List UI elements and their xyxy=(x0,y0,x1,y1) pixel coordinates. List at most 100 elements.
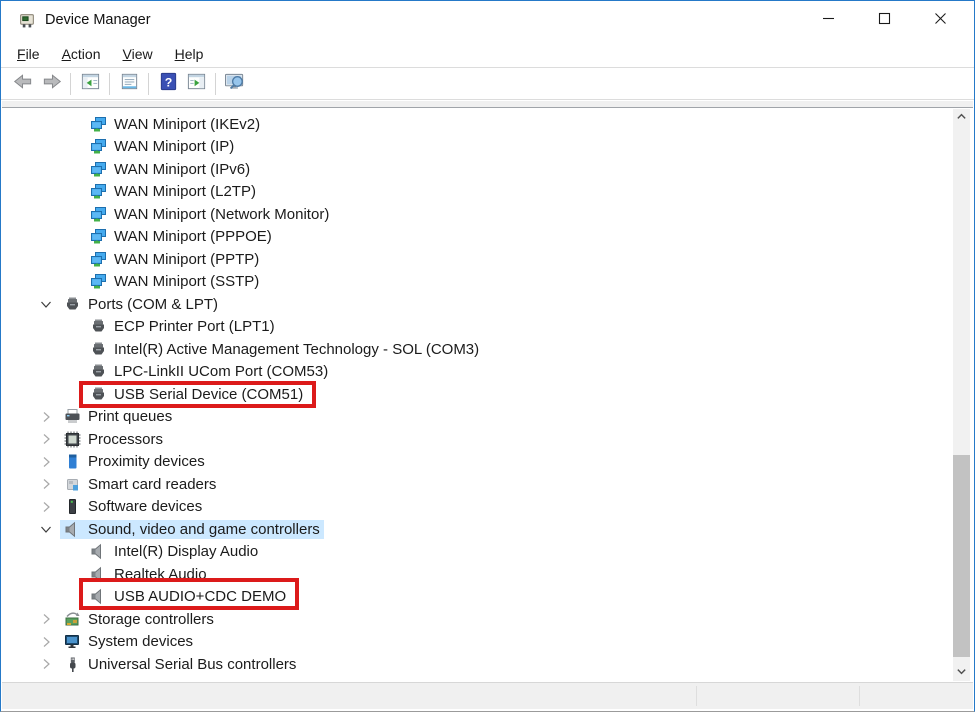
tree-item-content[interactable]: WAN Miniport (PPPOE) xyxy=(86,227,276,246)
chevron-right-icon[interactable] xyxy=(38,634,54,650)
tree-item-label: Sound, video and game controllers xyxy=(88,521,320,538)
network-adapter-icon xyxy=(90,161,107,178)
tree-item-print-queues: Print queues xyxy=(2,406,953,429)
show-console-tree-button[interactable] xyxy=(76,71,104,97)
tree-item-content[interactable]: Intel(R) Display Audio xyxy=(86,542,262,561)
chevron-right-icon[interactable] xyxy=(38,499,54,515)
chevron-right-icon[interactable] xyxy=(38,454,54,470)
network-adapter-icon xyxy=(90,183,107,200)
tree-item-label: System devices xyxy=(88,633,193,650)
status-separator xyxy=(696,686,697,706)
device-manager-icon xyxy=(18,11,36,29)
tree-item-label: WAN Miniport (SSTP) xyxy=(114,273,259,290)
show-action-pane-icon xyxy=(185,71,208,97)
tree-item-content[interactable]: ECP Printer Port (LPT1) xyxy=(86,317,279,336)
minimize-button[interactable] xyxy=(800,1,856,41)
menu-item-view[interactable]: View xyxy=(112,43,164,65)
tree-item-content[interactable]: Proximity devices xyxy=(60,452,209,471)
tree-item-processors: Processors xyxy=(2,428,953,451)
tree-item-proximity-devices: Proximity devices xyxy=(2,451,953,474)
tree-item-wan-miniport-pptp: WAN Miniport (PPTP) xyxy=(2,248,953,271)
workspace: WAN Miniport (IKEv2) WAN Miniport (IP) WAN… xyxy=(2,101,973,682)
tree-item-intel-r-active-management-technology-sol-com3: Intel(R) Active Management Technology - … xyxy=(2,338,953,361)
tree-item-content[interactable]: WAN Miniport (IKEv2) xyxy=(86,115,264,134)
tree-item-content[interactable]: WAN Miniport (IP) xyxy=(86,137,238,156)
chevron-right-icon[interactable] xyxy=(38,611,54,627)
help-icon: ? xyxy=(157,71,180,97)
smart-card-reader-icon xyxy=(64,476,81,493)
chevron-down-icon[interactable] xyxy=(38,296,54,312)
chevron-down-icon[interactable] xyxy=(38,521,54,537)
tree-item-content[interactable]: Sound, video and game controllers xyxy=(60,520,324,539)
tree-item-storage-controllers: Storage controllers xyxy=(2,608,953,631)
tree-item-content[interactable]: USB AUDIO+CDC DEMO xyxy=(86,587,290,606)
tree-item-label: Storage controllers xyxy=(88,611,214,628)
tree-item-content[interactable]: Print queues xyxy=(60,407,176,426)
properties-button[interactable] xyxy=(115,71,143,97)
tree-item-content[interactable]: Storage controllers xyxy=(60,610,218,629)
tree-item-content[interactable]: Realtek Audio xyxy=(86,565,211,584)
serial-port-icon xyxy=(90,386,107,403)
menu-item-file[interactable]: File xyxy=(6,43,51,65)
network-adapter-icon xyxy=(90,251,107,268)
tree-item-content[interactable]: Intel(R) Active Management Technology - … xyxy=(86,340,483,359)
scan-hardware-changes-button[interactable] xyxy=(221,71,249,97)
menu-item-action[interactable]: Action xyxy=(51,43,112,65)
tree-item-content[interactable]: WAN Miniport (IPv6) xyxy=(86,160,254,179)
tree-item-content[interactable]: WAN Miniport (SSTP) xyxy=(86,272,263,291)
maximize-button[interactable] xyxy=(856,1,912,41)
tree-item-label: WAN Miniport (IP) xyxy=(114,138,234,155)
tree-item-content[interactable]: WAN Miniport (PPTP) xyxy=(86,250,263,269)
tree-item-label: WAN Miniport (IPv6) xyxy=(114,161,250,178)
tree-item-content[interactable]: LPC-LinkII UCom Port (COM53) xyxy=(86,362,332,381)
chevron-right-icon[interactable] xyxy=(38,476,54,492)
device-manager-window: Device Manager FileActionViewHelp ? WAN … xyxy=(0,0,975,712)
tree-item-content[interactable]: WAN Miniport (Network Monitor) xyxy=(86,205,333,224)
chevron-right-icon[interactable] xyxy=(38,656,54,672)
tree-item-content[interactable]: WAN Miniport (L2TP) xyxy=(86,182,260,201)
show-action-pane-button[interactable] xyxy=(182,71,210,97)
serial-port-icon xyxy=(64,296,81,313)
system-device-icon xyxy=(64,633,81,650)
tree-item-label: Universal Serial Bus controllers xyxy=(88,656,296,673)
tree-item-content[interactable]: Software devices xyxy=(60,497,206,516)
tree-item-system-devices: System devices xyxy=(2,631,953,654)
menu-item-help[interactable]: Help xyxy=(164,43,215,65)
vertical-scrollbar[interactable] xyxy=(953,109,970,681)
scroll-down-button[interactable] xyxy=(953,664,970,681)
tree-item-software-devices: Software devices xyxy=(2,496,953,519)
tree-item-wan-miniport-sstp: WAN Miniport (SSTP) xyxy=(2,271,953,294)
serial-port-icon xyxy=(90,363,107,380)
forward-arrow-button[interactable] xyxy=(37,71,65,97)
tree-item-label: Software devices xyxy=(88,498,202,515)
speaker-icon xyxy=(64,521,81,538)
tree-item-content[interactable]: Ports (COM & LPT) xyxy=(60,295,222,314)
close-button[interactable] xyxy=(912,1,968,41)
toolbar-separator xyxy=(215,73,216,95)
tree-item-wan-miniport-l2tp: WAN Miniport (L2TP) xyxy=(2,181,953,204)
toolbar-separator xyxy=(148,73,149,95)
status-bar xyxy=(2,682,973,709)
tree-item-content[interactable]: Processors xyxy=(60,430,167,449)
toolbar-separator xyxy=(70,73,71,95)
chevron-right-icon[interactable] xyxy=(38,409,54,425)
tree-item-content[interactable]: USB Serial Device (COM51) xyxy=(86,385,307,404)
tree-item-label: Intel(R) Display Audio xyxy=(114,543,258,560)
tree-item-ports-com-lpt: Ports (COM & LPT) xyxy=(2,293,953,316)
tree-item-content[interactable]: Universal Serial Bus controllers xyxy=(60,655,300,674)
tree-item-content[interactable]: Smart card readers xyxy=(60,475,220,494)
proximity-device-icon xyxy=(64,453,81,470)
scroll-down-icon xyxy=(956,664,967,682)
network-adapter-icon xyxy=(90,228,107,245)
tree-item-content[interactable]: System devices xyxy=(60,632,197,651)
chevron-right-icon[interactable] xyxy=(38,431,54,447)
back-arrow-button[interactable] xyxy=(9,71,37,97)
device-tree: WAN Miniport (IKEv2) WAN Miniport (IP) WAN… xyxy=(2,113,953,676)
scroll-thumb[interactable] xyxy=(953,455,970,657)
tree-item-lpc-linkii-ucom-port-com53: LPC-LinkII UCom Port (COM53) xyxy=(2,361,953,384)
tree-item-label: USB AUDIO+CDC DEMO xyxy=(114,588,286,605)
help-button[interactable]: ? xyxy=(154,71,182,97)
tree-item-label: WAN Miniport (PPPOE) xyxy=(114,228,272,245)
scroll-up-button[interactable] xyxy=(953,109,970,126)
printer-icon xyxy=(64,408,81,425)
